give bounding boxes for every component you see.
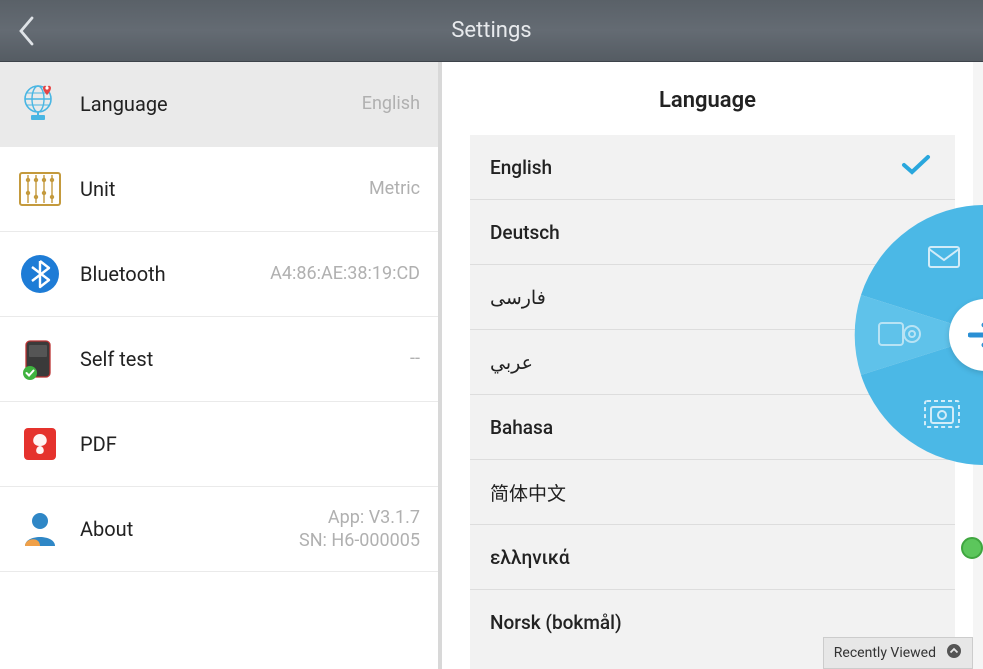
sidebar-item-bluetooth[interactable]: Bluetooth A4:86:AE:38:19:CD xyxy=(0,232,438,317)
radial-menu xyxy=(817,205,983,465)
globe-icon xyxy=(14,78,66,130)
language-item-chinese[interactable]: 简体中文 xyxy=(470,460,955,525)
status-indicator[interactable] xyxy=(961,537,983,559)
sidebar-item-value: A4:86:AE:38:19:CD xyxy=(270,262,420,285)
sidebar-item-label: PDF xyxy=(80,432,420,456)
person-icon xyxy=(14,503,66,555)
recently-viewed-label: Recently Viewed xyxy=(834,645,936,661)
sidebar-item-selftest[interactable]: Self test -- xyxy=(0,317,438,402)
sidebar-item-pdf[interactable]: PDF xyxy=(0,402,438,487)
sidebar-item-value: English xyxy=(362,92,420,115)
language-label: ελληνικά xyxy=(490,546,931,569)
header: Settings xyxy=(0,0,983,62)
page-title: Settings xyxy=(451,18,531,43)
sidebar-item-value: Metric xyxy=(369,177,420,200)
check-icon xyxy=(901,154,931,180)
language-label: 简体中文 xyxy=(490,479,931,506)
language-item-english[interactable]: English xyxy=(470,135,955,200)
language-label: Norsk (bokmål) xyxy=(490,611,931,634)
sidebar-item-label: Self test xyxy=(80,347,410,371)
bluetooth-icon xyxy=(14,248,66,300)
sidebar-item-value: App: V3.1.7 SN: H6-000005 xyxy=(299,506,420,553)
sidebar-item-about[interactable]: About App: V3.1.7 SN: H6-000005 xyxy=(0,487,438,572)
sidebar-item-label: About xyxy=(80,517,299,541)
abacus-icon xyxy=(14,163,66,215)
sidebar-item-unit[interactable]: Unit Metric xyxy=(0,147,438,232)
back-button[interactable] xyxy=(0,0,52,62)
recently-viewed-button[interactable]: Recently Viewed xyxy=(823,637,973,669)
arrow-right-icon xyxy=(968,321,983,349)
sidebar-item-value: -- xyxy=(410,347,420,370)
language-item-greek[interactable]: ελληνικά xyxy=(470,525,955,590)
sidebar-item-label: Language xyxy=(80,92,362,116)
chevron-left-icon xyxy=(17,16,35,46)
chevron-up-icon xyxy=(946,643,962,663)
pdf-icon xyxy=(14,418,66,470)
settings-sidebar: Language English Unit Metric xyxy=(0,62,438,669)
sidebar-item-language[interactable]: Language English xyxy=(0,62,438,147)
sidebar-item-label: Bluetooth xyxy=(80,262,270,286)
language-label: English xyxy=(490,156,901,179)
sidebar-item-label: Unit xyxy=(80,177,369,201)
device-check-icon xyxy=(14,333,66,385)
main-title: Language xyxy=(442,62,973,135)
